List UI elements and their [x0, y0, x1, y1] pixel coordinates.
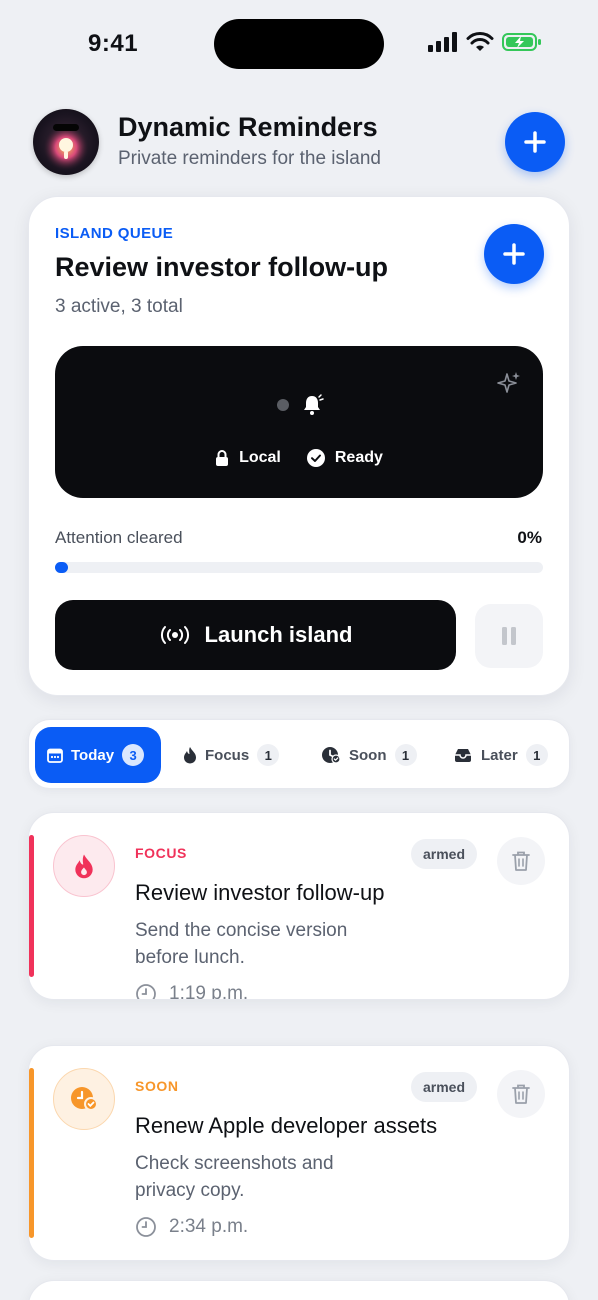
tray-icon: [455, 749, 471, 762]
tab-later-label: Later: [481, 746, 518, 764]
tab-focus-count: 1: [257, 744, 280, 766]
island-chips: Local Ready: [0, 449, 598, 467]
broadcast-icon: [160, 626, 189, 644]
progress-label: Attention cleared: [55, 528, 183, 547]
plus-icon: [524, 131, 546, 153]
launch-island-button[interactable]: Launch island: [55, 600, 456, 670]
clock-icon: [136, 1217, 156, 1237]
reminder-time: 2:34 p.m.: [135, 1216, 248, 1238]
local-chip: Local: [215, 449, 281, 467]
flame-icon: [53, 835, 115, 897]
add-to-queue-button[interactable]: [484, 224, 544, 284]
pause-icon: [502, 627, 516, 645]
reminder-note: Check screenshots and privacy copy.: [135, 1153, 334, 1201]
plus-icon: [503, 243, 525, 265]
ready-label: Ready: [334, 449, 383, 466]
island-preview: [55, 346, 543, 498]
reminder-card[interactable]: [28, 1280, 570, 1300]
reminder-card[interactable]: FOCUS armed Review investor follow-up Se…: [28, 812, 570, 1000]
tab-today-count: 3: [122, 744, 145, 766]
ready-chip: Ready: [306, 449, 383, 467]
status-time: 9:41: [88, 30, 139, 57]
tab-focus-label: Focus: [205, 746, 250, 764]
clock-check-icon: [53, 1068, 115, 1130]
status-icons: [428, 32, 542, 52]
tab-later[interactable]: Later 1: [441, 727, 560, 783]
reminder-time-label: 2:34 p.m.: [169, 1216, 249, 1237]
armed-badge: armed: [410, 1072, 477, 1102]
queue-count: 3 active, 3 total: [55, 296, 183, 317]
reminder-time-label: 1:19 p.m.: [169, 983, 249, 1000]
progress-fill: [55, 562, 68, 573]
reminder-note: Send the concise version before lunch.: [135, 920, 348, 968]
bell-ringing-icon: [300, 393, 324, 422]
reminder-time: 1:19 p.m.: [135, 983, 249, 1000]
calendar-icon: [47, 748, 63, 763]
sparkle-icon: [496, 370, 522, 403]
tab-later-count: 1: [525, 744, 548, 766]
flame-icon: [184, 747, 196, 764]
wifi-icon: [466, 32, 494, 51]
queue-title: Review investor follow-up: [55, 252, 389, 282]
reminder-card[interactable]: SOON armed Renew Apple developer assets …: [28, 1045, 570, 1261]
progress-percent: 0%: [517, 528, 542, 547]
clock-badge-icon: [322, 747, 341, 764]
delete-reminder-button[interactable]: [497, 837, 545, 885]
reminder-title: Renew Apple developer assets: [135, 1113, 438, 1138]
tab-soon-count: 1: [394, 744, 417, 766]
local-label: Local: [239, 449, 281, 466]
lock-icon: [216, 450, 229, 466]
trash-icon: [512, 1084, 530, 1104]
trash-icon: [512, 851, 530, 871]
reminder-category: SOON: [135, 1078, 179, 1094]
battery-charging-icon: [502, 33, 541, 51]
check-circle-icon: [306, 449, 325, 467]
pause-button[interactable]: [475, 604, 543, 668]
reminder-category: FOCUS: [135, 845, 187, 861]
delete-reminder-button[interactable]: [497, 1070, 545, 1118]
tab-today[interactable]: Today 3: [35, 727, 161, 783]
progress-track: [55, 562, 543, 573]
tab-focus[interactable]: Focus 1: [171, 727, 291, 783]
clock-icon: [136, 984, 156, 999]
dynamic-island-notch: [214, 19, 384, 69]
app-title: Dynamic Reminders: [118, 112, 378, 142]
cellular-signal-icon: [428, 32, 457, 52]
reminder-title: Review investor follow-up: [135, 880, 385, 905]
reminder-accent-bar: [29, 835, 34, 977]
armed-badge: armed: [410, 839, 477, 869]
app-icon: [33, 109, 99, 175]
reminder-accent-bar: [29, 1068, 34, 1238]
tab-soon[interactable]: Soon 1: [309, 727, 429, 783]
app-subtitle: Private reminders for the island: [118, 148, 381, 169]
island-status-dot: [277, 399, 289, 411]
tab-today-label: Today: [71, 746, 115, 764]
launch-label: Launch island: [204, 622, 353, 647]
add-reminder-button[interactable]: [505, 112, 565, 172]
filter-tabs: Today 3 Focus 1 Soon 1 Later 1: [28, 719, 570, 789]
tab-soon-label: Soon: [349, 746, 387, 764]
island-queue-eyebrow: ISLAND QUEUE: [55, 225, 174, 242]
